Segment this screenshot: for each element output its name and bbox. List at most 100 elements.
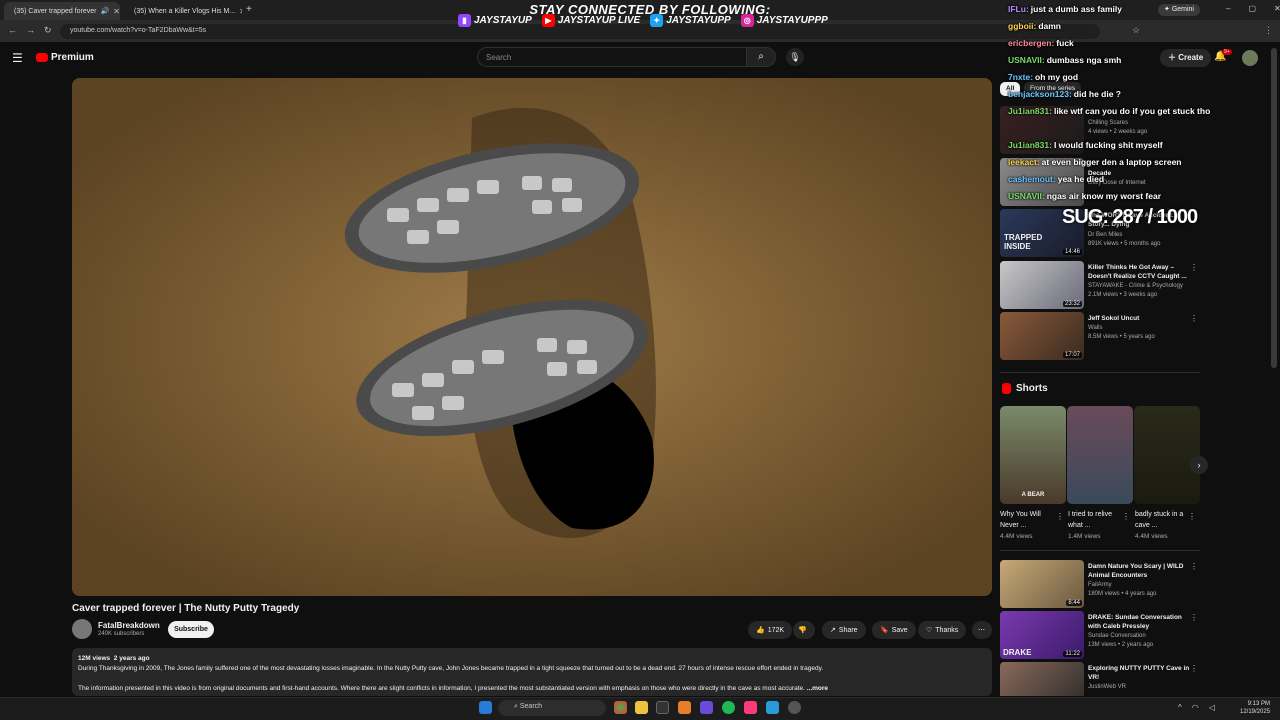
recommendation-meta: 2.1M views • 3 weeks ago <box>1088 292 1158 298</box>
shorts-icon <box>1002 383 1011 394</box>
account-avatar[interactable] <box>1242 50 1258 66</box>
obs-icon[interactable] <box>788 701 801 714</box>
app-icon[interactable] <box>766 701 779 714</box>
browser-menu-icon[interactable]: ⋮ <box>1264 25 1273 36</box>
recommendation-item[interactable]: 17:07 Jeff Sokol Uncut Walls 8.5M views … <box>1000 312 1200 360</box>
short-thumbnail[interactable] <box>1067 406 1133 504</box>
more-options-icon[interactable]: ⋮ <box>1190 314 1198 323</box>
mic-icon: 🎙 <box>789 52 801 62</box>
search-icon: ⌕ <box>758 51 764 62</box>
taskbar-clock[interactable]: 9:13 PM 12/19/2025 <box>1240 700 1270 716</box>
share-button[interactable]: ↗ Share <box>822 621 866 639</box>
short-title[interactable]: I tried to relive what ... <box>1068 509 1124 531</box>
short-views: 1.4M views <box>1068 533 1101 540</box>
close-window-icon[interactable]: ✕ <box>1274 4 1280 13</box>
thanks-button[interactable]: ♡ Thanks <box>918 621 967 639</box>
clock-date: 12/19/2025 <box>1240 709 1271 715</box>
recommendation-item[interactable]: DRAKE 11:22 DRAKE: Sundae Conversation w… <box>1000 611 1200 659</box>
chat-message: Ju1ian831: like wtf can you do if you get… <box>1008 106 1210 116</box>
chat-text: yea he died <box>1057 174 1105 184</box>
gemini-button[interactable]: ✦ Gemini <box>1158 4 1200 16</box>
more-options-icon[interactable]: ⋮ <box>1190 613 1198 622</box>
short-views: 4.4M views <box>1135 533 1168 540</box>
close-tab-icon[interactable]: ✕ <box>239 7 242 16</box>
short-thumbnail[interactable]: A BEAR <box>1000 406 1066 504</box>
back-icon[interactable]: ← <box>8 25 17 35</box>
tab-killer-vlogs[interactable]: (35) When a Killer Vlogs His M... ✕ <box>124 2 242 20</box>
thumbnail-text: DRAKE <box>1003 648 1032 657</box>
spotify-icon[interactable] <box>722 701 735 714</box>
instagram-handle: ◎ JAYSTAYUPPP <box>740 14 828 27</box>
recommendation-item[interactable]: 8:44 Damn Nature You Scary | WILD Animal… <box>1000 560 1200 608</box>
gemini-label: Gemini <box>1171 6 1194 13</box>
short-thumbnail[interactable] <box>1134 406 1200 504</box>
short-title[interactable]: badly stuck in a cave ... <box>1135 509 1191 531</box>
minimize-icon[interactable]: – <box>1226 4 1230 13</box>
menu-hamburger-icon[interactable]: ☰ <box>12 51 23 65</box>
more-options-icon[interactable]: ⋮ <box>1190 562 1198 571</box>
chrome-icon[interactable] <box>614 701 627 714</box>
bookmark-star-icon[interactable]: ☆ <box>1132 25 1140 36</box>
taskbar-search[interactable]: ⌕ Search <box>498 700 606 716</box>
tab-caver-trapped[interactable]: (35) Caver trapped forever 🔊 ✕ <box>4 2 120 20</box>
more-options-icon[interactable]: ⋮ <box>1190 263 1198 272</box>
short-views: 4.4M views <box>1000 533 1033 540</box>
channel-avatar[interactable] <box>72 619 92 639</box>
shorts-next-button[interactable]: › <box>1190 456 1208 474</box>
create-button[interactable]: ＋ Create <box>1160 49 1212 67</box>
chat-username: Ju1ian831: <box>1008 106 1052 116</box>
show-more-link[interactable]: ...more <box>807 685 828 692</box>
forward-icon[interactable]: → <box>26 25 35 35</box>
recommendation-item[interactable]: 23:32 Killer Thinks He Got Away – Doesn'… <box>1000 261 1200 309</box>
more-options-icon[interactable]: ⋮ <box>1056 512 1064 521</box>
wifi-icon[interactable]: ◠ <box>1192 703 1199 712</box>
youtube-logo[interactable]: Premium <box>36 52 94 63</box>
video-player[interactable] <box>72 78 992 596</box>
description-paragraph-1: During Thanksgiving in 2009, The Jones f… <box>78 665 824 672</box>
taskbar-search-label: Search <box>519 703 543 710</box>
more-options-icon[interactable]: ⋮ <box>1122 512 1130 521</box>
chat-message: USNAVII: dumbass nga smh <box>1008 55 1121 65</box>
chat-username: ggboii: <box>1008 21 1037 31</box>
chat-message: benjackson123: did he die ? <box>1008 89 1121 99</box>
short-title[interactable]: Why You Will Never ... <box>1000 509 1056 531</box>
video-duration: 17:07 <box>1062 352 1082 358</box>
chevron-right-icon: › <box>1197 460 1201 470</box>
video-thumbnail <box>1000 662 1084 696</box>
scrollbar-thumb[interactable] <box>1271 48 1277 368</box>
search-button[interactable]: ⌕ <box>746 47 776 67</box>
channel-name[interactable]: FatalBreakdown <box>98 621 160 630</box>
recommendation-channel: Sundae Conversation <box>1088 633 1146 639</box>
save-button[interactable]: 🔖 Save <box>872 621 916 639</box>
more-options-icon[interactable]: ⋮ <box>1188 512 1196 521</box>
voice-search-button[interactable]: 🎙 <box>786 48 804 66</box>
close-tab-icon[interactable]: ✕ <box>113 7 120 16</box>
terminal-icon[interactable] <box>656 701 669 714</box>
video-description[interactable]: 12M views 2 years ago During Thanksgivin… <box>72 648 992 696</box>
tab-label: (35) When a Killer Vlogs His M... <box>134 7 236 15</box>
clock-time: 9:13 PM <box>1247 701 1271 707</box>
windows-start-icon[interactable] <box>479 701 492 714</box>
chat-message: ericbergen: fuck <box>1008 38 1074 48</box>
file-explorer-icon[interactable] <box>635 701 648 714</box>
chat-message: IFLu: just a dumb ass family <box>1008 4 1122 14</box>
thumbs-down-icon: 👎 <box>798 627 807 634</box>
chat-username: leekact: <box>1008 157 1040 167</box>
like-button[interactable]: 👍 172K <box>748 621 792 639</box>
new-tab-icon[interactable]: + <box>246 4 252 15</box>
dislike-button[interactable]: 👎 <box>793 621 815 639</box>
app-icon[interactable] <box>744 701 757 714</box>
app-icon[interactable] <box>678 701 691 714</box>
recommendation-item[interactable]: Exploring NUTTY PUTTY Cave in VR! Justin… <box>1000 662 1200 696</box>
maximize-icon[interactable]: ▢ <box>1248 4 1256 13</box>
chat-text: I would fucking shit myself <box>1053 140 1163 150</box>
more-options-icon[interactable]: ⋮ <box>1190 664 1198 673</box>
subscribe-button[interactable]: Subscribe <box>168 621 214 638</box>
discord-icon[interactable] <box>700 701 713 714</box>
more-actions-button[interactable]: ⋯ <box>972 621 992 639</box>
volume-icon[interactable]: ◁ <box>1209 703 1215 712</box>
reload-icon[interactable]: ↻ <box>44 25 52 36</box>
recommendation-meta: 4 views • 2 weeks ago <box>1088 129 1148 135</box>
chevron-up-icon[interactable]: ^ <box>1178 703 1182 712</box>
search-input[interactable]: Search <box>477 47 747 67</box>
